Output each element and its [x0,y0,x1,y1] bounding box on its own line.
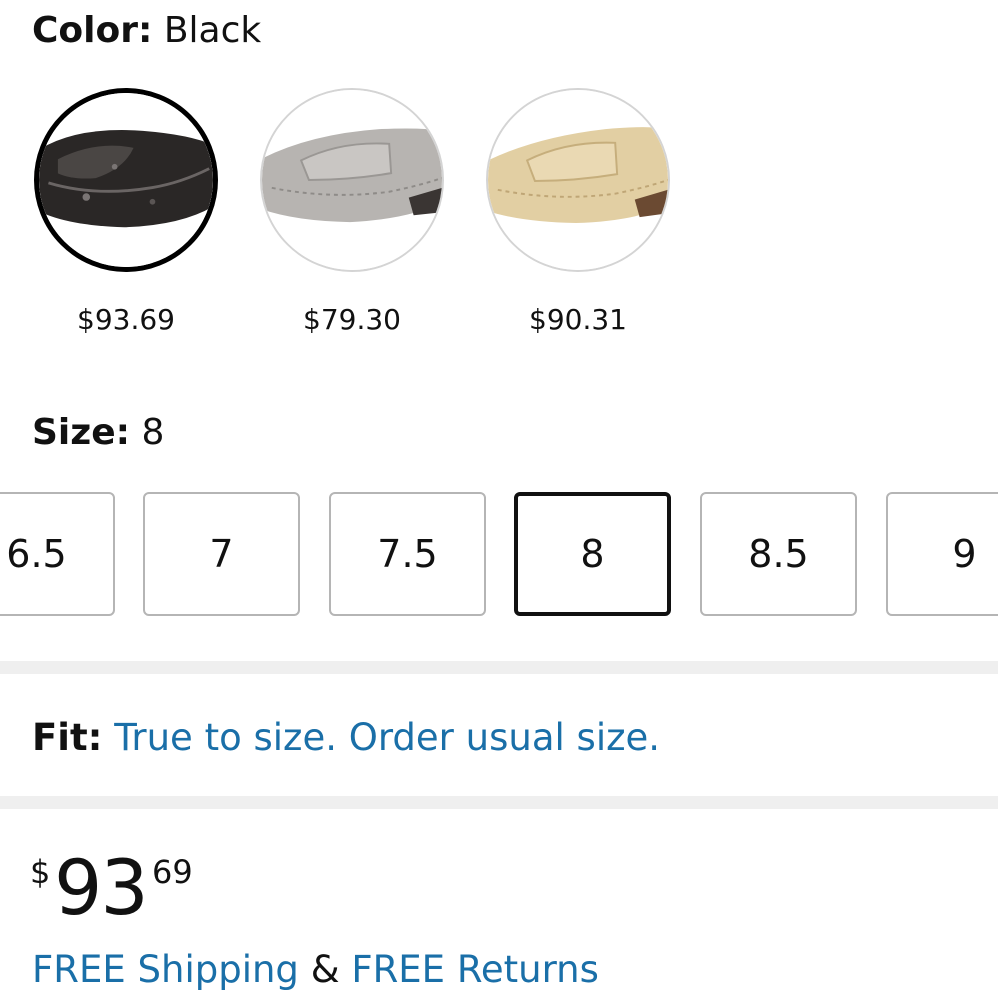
size-option-7[interactable]: 7 [143,492,300,616]
color-swatch-gold[interactable] [486,88,670,272]
product-options-page: Color: Black $93.69 $79.30 $90.31 Size: … [0,0,998,1000]
size-option-6-5[interactable]: 6.5 [0,492,115,616]
size-label: Size: 8 [32,410,164,456]
color-label: Color: Black [32,8,261,54]
price-fraction: 69 [152,853,193,891]
price-whole: 93 [54,843,149,932]
fit-info: Fit: True to size. Order usual size. [32,714,660,762]
price-currency-symbol: $ [30,853,51,891]
section-divider [0,661,998,674]
swatch-price-black: $93.69 [77,303,175,336]
swatch-price-silver: $79.30 [303,303,401,336]
fit-link[interactable]: True to size. Order usual size. [114,716,660,759]
color-swatch-silver[interactable] [260,88,444,272]
color-swatch-black[interactable] [34,88,218,272]
swatch-price-gold: $90.31 [529,303,627,336]
size-selected-value: 8 [141,412,165,453]
size-label-key: Size: [32,412,131,453]
size-option-9[interactable]: 9 [886,492,998,616]
section-divider [0,796,998,809]
shipping-ampersand: & [310,948,340,991]
size-option-8[interactable]: 8 [514,492,671,616]
color-selected-value: Black [163,10,262,51]
size-option-7-5[interactable]: 7.5 [329,492,486,616]
size-options-row: 6.5 7 7.5 8 8.5 9 [0,492,998,618]
fit-label: Fit: [32,716,103,759]
silver-loafer-image [262,90,442,270]
gold-loafer-image [488,90,668,270]
size-option-8-5[interactable]: 8.5 [700,492,857,616]
color-label-key: Color: [32,10,153,51]
shipping-info: FREE Shipping & FREE Returns [32,946,599,994]
free-shipping-link[interactable]: FREE Shipping [32,948,299,991]
black-loafer-image [39,93,213,267]
free-returns-link[interactable]: FREE Returns [351,948,599,991]
